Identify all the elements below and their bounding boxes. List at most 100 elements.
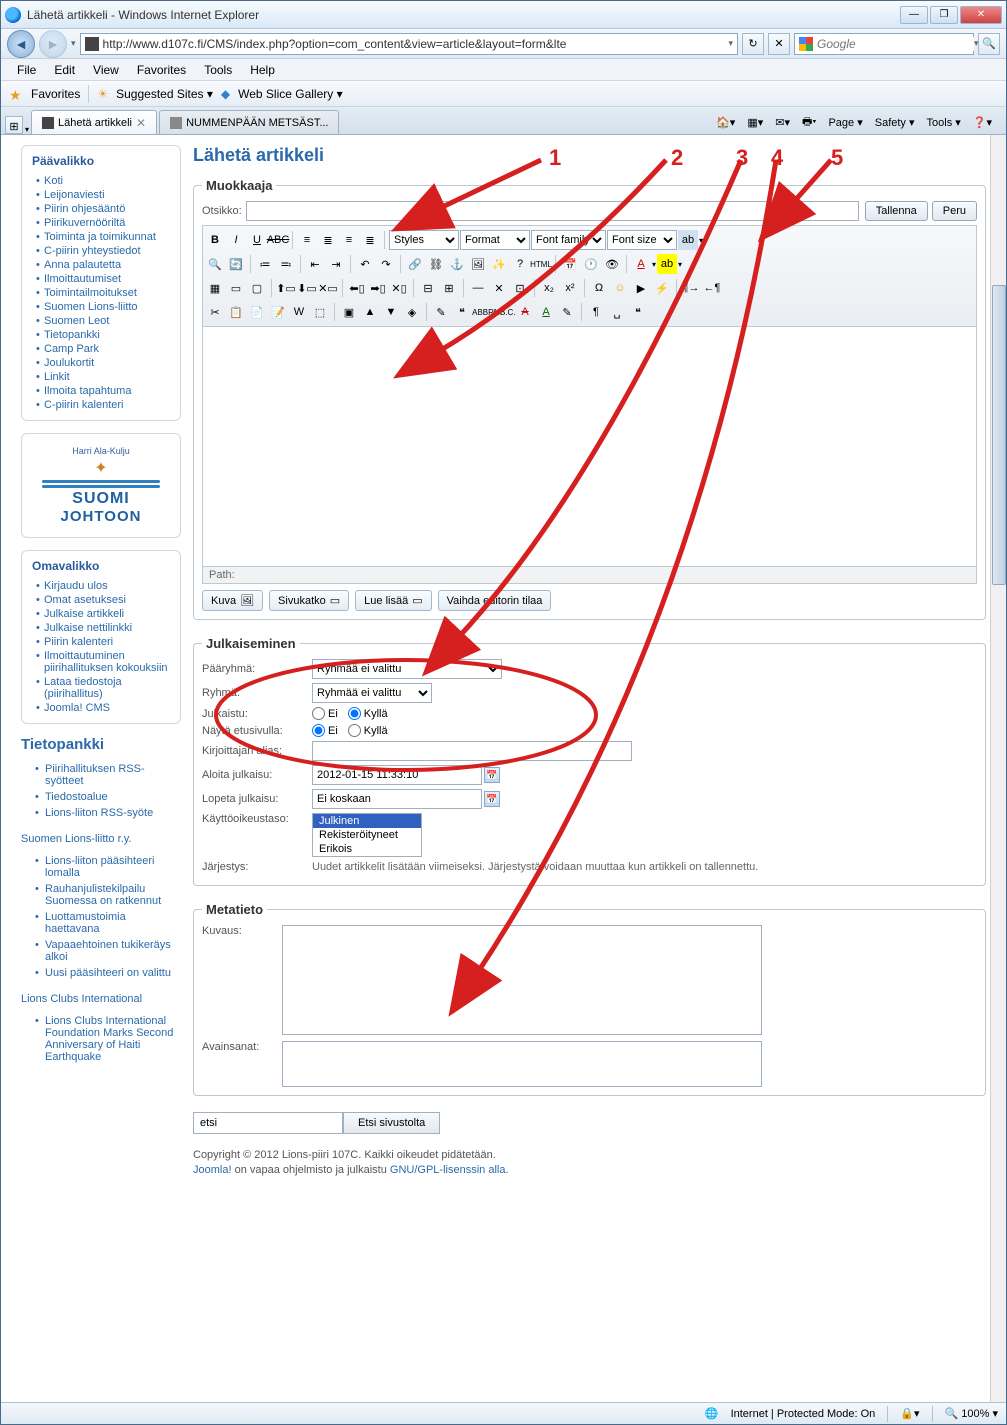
align-left-icon[interactable]: ≡ [297, 230, 317, 250]
sidebar-item[interactable]: Ilmoita tapahtuma [36, 384, 170, 398]
sidebar-item[interactable]: Toiminta ja toimikunnat [36, 230, 170, 244]
time-icon[interactable]: 🕐 [581, 254, 601, 274]
sidebar-item[interactable]: Toimintailmoitukset [36, 286, 170, 300]
back-button[interactable]: ◄ [7, 30, 35, 58]
row-delete-icon[interactable]: ✕▭ [318, 278, 338, 298]
sidebar-item[interactable]: Ilmoittautuminen piirihallituksen kokouk… [36, 649, 170, 675]
table-row-icon[interactable]: ▭ [226, 278, 246, 298]
page-menu[interactable]: Page ▾ [824, 114, 866, 131]
help-icon[interactable]: ? [510, 254, 530, 274]
sidebar-item[interactable]: •Tiedostoalue [35, 789, 181, 805]
align-right-icon[interactable]: ≡ [339, 230, 359, 250]
moveup-icon[interactable]: ▲ [360, 302, 380, 322]
sup-icon[interactable]: x² [560, 278, 580, 298]
blockquote-icon[interactable]: ❝ [628, 302, 648, 322]
search-go-button[interactable]: 🔍 [978, 33, 1000, 55]
sidebar-item[interactable]: Suomen Leot [36, 314, 170, 328]
anchor-icon[interactable]: ⚓ [447, 254, 467, 274]
sidebar-item[interactable]: Ilmoittautumiset [36, 272, 170, 286]
minimize-button[interactable]: — [900, 6, 928, 24]
align-justify-icon[interactable]: ≣ [360, 230, 380, 250]
merge-icon[interactable]: ⊞ [439, 278, 459, 298]
published-no-radio[interactable] [312, 707, 325, 720]
html-icon[interactable]: HTML [531, 254, 551, 274]
tab-active[interactable]: Lähetä artikkeli ✕ [31, 110, 157, 134]
menu-file[interactable]: File [9, 61, 44, 79]
frontpage-yes-radio[interactable] [348, 724, 361, 737]
maximize-button[interactable]: ❐ [930, 6, 958, 24]
close-button[interactable]: ✕ [960, 6, 1002, 24]
cite-icon[interactable]: ❝ [452, 302, 472, 322]
sidebar-item[interactable]: Lataa tiedostoja (piirihallitus) [36, 675, 170, 701]
calendar-icon[interactable]: 📅 [484, 791, 500, 807]
font-select[interactable]: Font family [531, 230, 606, 250]
link-icon[interactable]: 🔗 [405, 254, 425, 274]
ltr-icon[interactable]: ¶→ [681, 278, 701, 298]
web-slice-gallery[interactable]: Web Slice Gallery ▾ [238, 87, 343, 101]
pastetext-icon[interactable]: 📝 [268, 302, 288, 322]
sidebar-item[interactable]: Tietopankki [36, 328, 170, 342]
security-icon[interactable]: 🔒▾ [900, 1407, 919, 1420]
menu-favorites[interactable]: Favorites [129, 61, 194, 79]
lci-heading[interactable]: Lions Clubs International [21, 993, 181, 1005]
readmore-button[interactable]: Lue lisää ▭ [355, 590, 431, 611]
calendar-icon[interactable]: 📅 [484, 767, 500, 783]
sidebar-item[interactable]: Suomen Lions-liitto [36, 300, 170, 314]
search-box[interactable]: ▾ [794, 33, 974, 55]
preview-icon[interactable]: 👁 [602, 254, 622, 274]
help-icon[interactable]: ❓▾ [969, 114, 996, 131]
format-select[interactable]: Format [460, 230, 530, 250]
abbr-icon[interactable]: ABBR [473, 302, 493, 322]
desc-textarea[interactable] [282, 925, 762, 1035]
media-icon[interactable]: ▶ [631, 278, 651, 298]
tools-menu[interactable]: Tools ▾ [923, 114, 965, 131]
section-select[interactable]: Ryhmää ei valittu [312, 659, 502, 679]
tab-grid-icon[interactable]: ⊞ [5, 116, 23, 134]
styleprops-icon[interactable]: ✎ [431, 302, 451, 322]
access-option-special[interactable]: Erikois [313, 842, 421, 856]
sidebar-item[interactable]: •Rauhanjulistekilpailu Suomessa on ratke… [35, 881, 181, 909]
feeds-icon[interactable]: ▦▾ [743, 114, 767, 131]
published-yes-radio[interactable] [348, 707, 361, 720]
sidebar-item[interactable]: •Lions-liiton RSS-syöte [35, 805, 181, 821]
size-select[interactable]: Font size [607, 230, 677, 250]
align-center-icon[interactable]: ≣ [318, 230, 338, 250]
sidebar-item[interactable]: Joulukortit [36, 356, 170, 370]
sidebar-item[interactable]: •Vapaaehtoinen tukikeräys alkoi [35, 937, 181, 965]
replace-icon[interactable]: 🔄 [226, 254, 246, 274]
rtl-icon[interactable]: ←¶ [702, 278, 722, 298]
zoom-label[interactable]: 🔍 100% ▾ [945, 1407, 998, 1420]
sub-icon[interactable]: x₂ [539, 278, 559, 298]
col-before-icon[interactable]: ⬅▯ [347, 278, 367, 298]
joomla-link[interactable]: Joomla! [193, 1164, 232, 1176]
title-input[interactable] [246, 201, 859, 221]
sidebar-item[interactable]: Leijonaviesti [36, 188, 170, 202]
layer-icon[interactable]: ▣ [339, 302, 359, 322]
site-search-button[interactable]: Etsi sivustolta [343, 1112, 440, 1134]
visual-aid-icon[interactable]: ⊡ [510, 278, 530, 298]
underline-icon[interactable]: U [247, 230, 267, 250]
url-input[interactable] [103, 37, 729, 51]
ins-icon[interactable]: A [536, 302, 556, 322]
site-search-input[interactable] [193, 1112, 343, 1134]
editor-content-area[interactable] [202, 327, 977, 567]
selectall-icon[interactable]: ⬚ [310, 302, 330, 322]
sidebar-item[interactable]: •Lions-liiton pääsihteeri lomalla [35, 853, 181, 881]
start-date-input[interactable] [312, 765, 482, 785]
attribs-icon[interactable]: ✎ [557, 302, 577, 322]
safety-menu[interactable]: Safety ▾ [871, 114, 919, 131]
split-icon[interactable]: ⊟ [418, 278, 438, 298]
lions-liitto-heading[interactable]: Suomen Lions-liitto r.y. [21, 833, 181, 845]
sidebar-item[interactable]: Anna palautetta [36, 258, 170, 272]
category-select[interactable]: Ryhmää ei valittu [312, 683, 432, 703]
visualchars-icon[interactable]: ¶ [586, 302, 606, 322]
favorites-label[interactable]: Favorites [31, 87, 80, 101]
sidebar-item[interactable]: C-piirin kalenteri [36, 398, 170, 412]
tab-close-icon[interactable]: ✕ [136, 116, 146, 130]
menu-help[interactable]: Help [242, 61, 283, 79]
keywords-textarea[interactable] [282, 1041, 762, 1087]
sidebar-item[interactable]: •Piirihallituksen RSS-syötteet [35, 761, 181, 789]
star-icon[interactable]: ★ [9, 87, 23, 101]
sidebar-item[interactable]: C-piirin yhteystiedot [36, 244, 170, 258]
suggested-sites[interactable]: Suggested Sites ▾ [116, 87, 213, 101]
